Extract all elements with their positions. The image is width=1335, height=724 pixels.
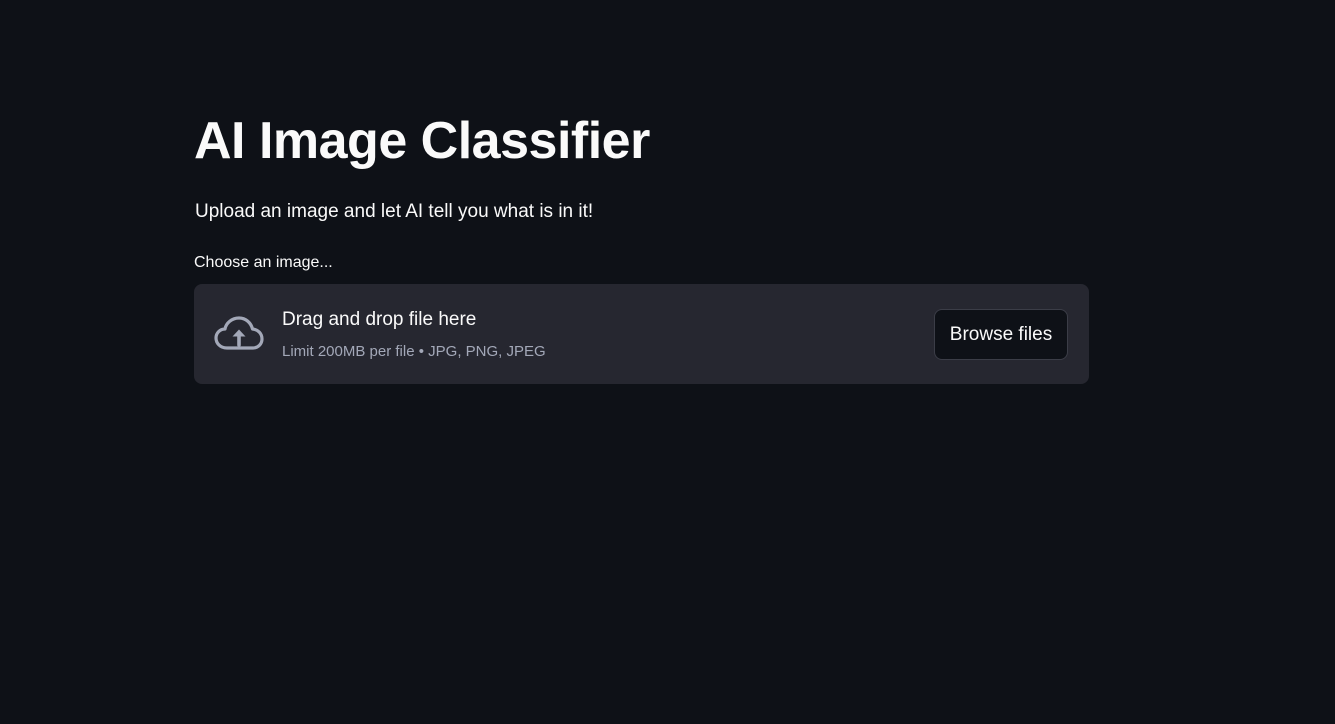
page-subtitle: Upload an image and let AI tell you what… [195,201,594,222]
app-container: AI Image Classifier Upload an image and … [0,0,1335,724]
dropzone-title: Drag and drop file here [282,309,477,330]
dropzone-hint: Limit 200MB per file • JPG, PNG, JPEG [282,343,546,360]
file-uploader-label: Choose an image... [194,254,333,271]
cloud-upload-icon [214,314,264,354]
browse-files-button[interactable]: Browse files [934,309,1068,360]
page-title: AI Image Classifier [194,112,650,170]
file-dropzone[interactable]: Drag and drop file here Limit 200MB per … [194,284,1089,384]
